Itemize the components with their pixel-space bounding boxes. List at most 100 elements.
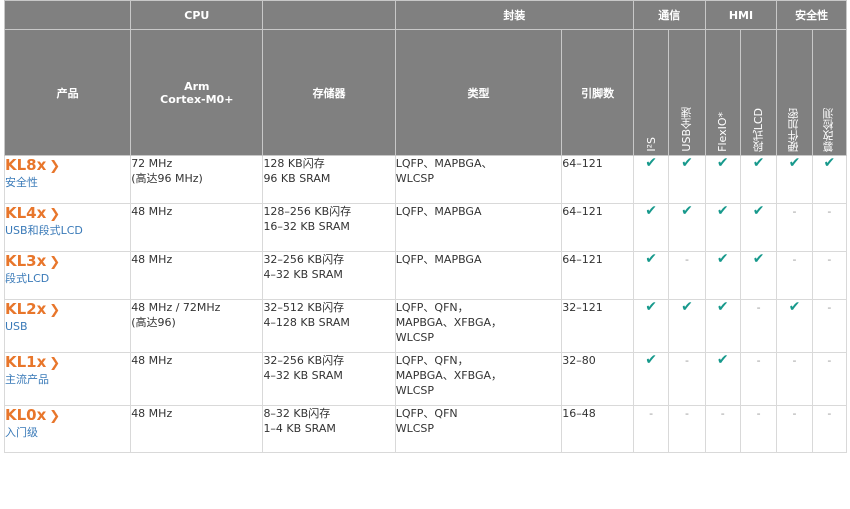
check-icon: ✔ [716,251,729,267]
dash-text: - [684,253,689,266]
check-icon: ✔ [788,155,801,171]
product-subtitle[interactable]: 段式LCD [6,272,130,286]
product-name: KL4x [5,204,47,223]
product-name: KL1x [5,353,47,372]
dash-text: - [792,354,797,367]
core-cell: 48 MHz [130,352,264,406]
header-memory: 存储器 [262,29,396,156]
header-type: 类型 [394,29,563,156]
package-cell: LQFP、QFN WLCSP [394,405,563,453]
dash-text: - [827,253,832,266]
product-link[interactable]: KL0x ❯ [6,407,130,427]
pins-cell: 16–48 [561,405,634,453]
flexio-mark: - [704,405,741,453]
check-icon: ✔ [645,155,657,171]
pins-cell: 64–121 [561,155,634,204]
product-name: KL3x [5,252,47,271]
usb-fs-mark: - [668,251,706,300]
dash-text: - [684,354,689,367]
product-subtitle[interactable]: 安全性 [6,176,130,190]
table-row: KL0x ❯ 入门级 48 MHz 8–32 KB闪存 1–4 KB SRAM LQFP、… [3,405,848,453]
memory-cell: 128 KB闪存 96 KB SRAM [262,155,396,204]
dash-text: - [792,407,797,420]
check-icon: ✔ [645,251,657,267]
product-subtitle[interactable]: USB [6,320,130,334]
memory-cell: 32–512 KB闪存 4–128 KB SRAM [262,299,396,353]
flexio-mark: ✔ [704,251,741,300]
product-cell: KL3x ❯ 段式LCD [3,251,132,300]
core-cell: 48 MHz [130,405,264,453]
header-flexio: FlexIO* [704,29,741,156]
i2s-mark: ✔ [632,155,670,204]
product-cell: KL8x ❯ 安全性 [3,155,132,204]
core-cell: 48 MHz [130,251,264,300]
core-cell: 72 MHz (高达96 MHz) [130,155,264,204]
dash-text: - [649,407,654,420]
pins-cell: 32–80 [561,352,634,406]
check-icon: ✔ [752,203,765,219]
header-comm: 通信 [632,0,706,30]
check-icon: ✔ [752,155,765,171]
product-link[interactable]: KL2x ❯ [6,301,130,321]
chevron-right-icon: ❯ [49,255,61,270]
i2s-mark: ✔ [632,352,670,406]
header-cpu: CPU [130,0,264,30]
usb-fs-mark: ✔ [668,299,706,353]
seg-lcd-mark: - [739,405,778,453]
tamper-mark: - [811,251,848,300]
header-pins: 引脚数 [561,29,634,156]
table-row: KL4x ❯ USB和段式LCD 48 MHz 128–256 KB闪存 16–32 K… [3,203,848,252]
hw-crypto-mark: ✔ [776,155,813,204]
check-icon: ✔ [645,352,657,368]
check-icon: ✔ [788,299,801,315]
tamper-mark: - [811,203,848,252]
usb-fs-mark: - [668,352,706,406]
check-icon: ✔ [645,299,657,315]
package-cell: LQFP、MAPBGA、 WLCSP [394,155,563,204]
usb-fs-mark: ✔ [668,155,706,204]
dash-text: - [756,354,761,367]
core-cell: 48 MHz / 72MHz (高达96) [130,299,264,353]
dash-text: - [756,301,761,314]
pins-cell: 32–121 [561,299,634,353]
product-link[interactable]: KL1x ❯ [5,353,130,374]
tamper-mark: ✔ [811,155,848,204]
package-cell: LQFP、MAPBGA [394,203,563,252]
tamper-mark: - [811,299,848,353]
product-name: KL8x [5,156,47,175]
flexio-mark: ✔ [704,352,741,406]
check-icon: ✔ [716,155,729,171]
header-blank-2 [262,0,396,30]
product-link[interactable]: KL4x ❯ [5,204,130,225]
product-comparison-table: CPU 封装 通信 HMI 安全性 产品 Arm Cortex-M0+ 存储器 … [3,0,848,453]
product-subtitle[interactable]: USB和段式LCD [6,224,130,238]
hw-crypto-mark: - [776,251,813,300]
product-cell: KL1x ❯ 主流产品 [3,352,132,406]
chevron-right-icon: ❯ [49,409,61,424]
product-subtitle[interactable]: 主流产品 [6,373,130,387]
product-link[interactable]: KL8x ❯ [5,156,130,177]
seg-lcd-mark: ✔ [739,155,778,204]
pins-cell: 64–121 [561,203,634,252]
package-cell: LQFP、QFN， MAPBGA、XFBGA， WLCSP [394,299,563,353]
check-icon: ✔ [716,352,729,368]
dash-text: - [684,407,689,420]
memory-cell: 32–256 KB闪存 4–32 KB SRAM [262,251,396,300]
header-i2s: I²S [632,29,670,156]
memory-cell: 32–256 KB闪存 4–32 KB SRAM [262,352,396,406]
package-cell: LQFP、QFN， MAPBGA、XFBGA， WLCSP [394,352,563,406]
check-icon: ✔ [752,251,765,267]
check-icon: ✔ [645,203,657,219]
product-subtitle[interactable]: 入门级 [6,426,130,440]
memory-cell: 8–32 KB闪存 1–4 KB SRAM [262,405,396,453]
dash-text: - [827,205,832,218]
check-icon: ✔ [823,155,836,171]
dash-text: - [827,354,832,367]
tamper-mark: - [811,405,848,453]
product-link[interactable]: KL3x ❯ [5,252,130,273]
header-package: 封装 [394,0,634,30]
i2s-mark: - [632,405,670,453]
header-seg-lcd: 段式LCD [739,29,778,156]
dash-text: - [792,205,797,218]
header-security: 安全性 [776,0,847,30]
